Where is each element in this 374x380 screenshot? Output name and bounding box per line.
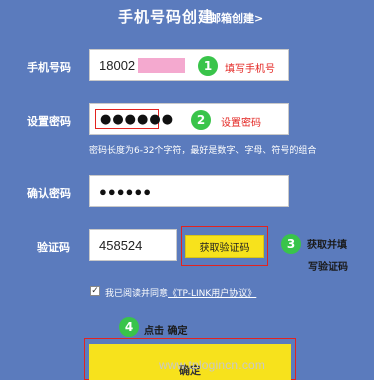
step-2-badge: 2	[191, 110, 211, 130]
tab-email-create[interactable]: 邮箱创建>	[210, 10, 263, 26]
user-agreement-link[interactable]: 《TP-LINK用户协议》	[168, 289, 256, 299]
step-3-badge: 3	[281, 234, 301, 254]
step-1-note: 填写手机号	[225, 64, 275, 75]
step-2-note: 设置密码	[221, 118, 261, 129]
phone-redaction	[138, 57, 186, 73]
step-3-note-line1: 获取并填	[307, 240, 347, 251]
confirm-password-value: ●●●●●●	[99, 183, 153, 199]
password-highlight-box: ●●●●●●	[95, 109, 173, 129]
confirm-password-input[interactable]: ●●●●●●	[89, 175, 289, 207]
phone-label: 手机号码	[27, 61, 71, 74]
code-input[interactable]: 458524	[89, 229, 177, 261]
check-mark-icon: ✓	[91, 286, 99, 296]
code-label: 验证码	[37, 241, 70, 254]
get-code-button[interactable]: 获取验证码	[185, 235, 264, 258]
password-label: 设置密码	[27, 115, 71, 128]
watermark: www.tplogincn.com	[159, 358, 266, 372]
agree-text: 我已阅读并同意《TP-LINK用户协议》	[105, 286, 256, 299]
agree-prefix: 我已阅读并同意	[105, 289, 169, 299]
tab-phone-create[interactable]: 手机号码创建	[118, 6, 214, 27]
phone-value: 18002	[99, 57, 136, 73]
step-1-badge: 1	[198, 56, 218, 76]
password-value: ●●●●●●	[100, 111, 175, 127]
step-3-note-line2: 写验证码	[308, 262, 348, 273]
step-4-badge: 4	[119, 317, 139, 337]
code-value: 458524	[99, 237, 143, 253]
confirm-password-label: 确认密码	[27, 187, 71, 200]
password-hint: 密码长度为6-32个字符，最好是数字、字母、符号的组合	[89, 146, 317, 156]
step-4-note: 点击 确定	[144, 326, 188, 337]
agree-checkbox[interactable]: ✓	[90, 286, 100, 296]
